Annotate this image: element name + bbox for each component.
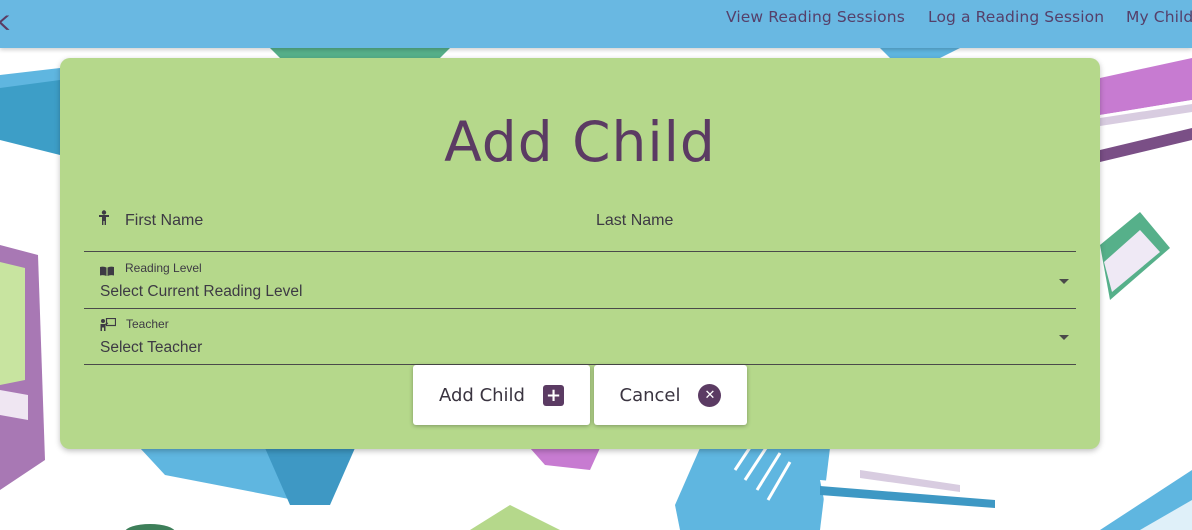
- add-child-form-card: Add Child First Name Last Name Reading L…: [60, 58, 1100, 449]
- cancel-button-label: Cancel: [619, 384, 681, 406]
- nav-view-reading-sessions[interactable]: View Reading Sessions: [726, 8, 905, 28]
- nav-log-reading-session[interactable]: Log a Reading Session: [928, 8, 1104, 28]
- name-underline: [84, 251, 1076, 252]
- add-child-button[interactable]: Add Child +: [413, 365, 590, 425]
- dropdown-arrow-icon[interactable]: [1059, 279, 1069, 284]
- nav-my-child[interactable]: My Child: [1126, 8, 1192, 28]
- cancel-button[interactable]: Cancel ✕: [594, 365, 747, 425]
- brand-logo[interactable]: k: [0, 6, 10, 37]
- person-icon: [98, 210, 110, 231]
- teacher-select[interactable]: Select Teacher: [100, 339, 202, 357]
- teacher-board-icon: [100, 317, 117, 336]
- reading-level-underline: [84, 308, 1076, 309]
- reading-level-label: Reading Level: [125, 261, 202, 275]
- teacher-label: Teacher: [126, 317, 169, 331]
- dropdown-arrow-icon[interactable]: [1059, 335, 1069, 340]
- last-name-input[interactable]: Last Name: [596, 212, 673, 230]
- add-child-button-label: Add Child: [439, 384, 525, 406]
- close-circle-icon: ✕: [698, 383, 722, 407]
- top-nav-bar: k View Reading Sessions Log a Reading Se…: [0, 0, 1192, 48]
- reading-level-select[interactable]: Select Current Reading Level: [100, 283, 302, 301]
- plus-box-icon: +: [542, 384, 564, 406]
- book-open-icon: [100, 263, 114, 281]
- page-title: Add Child: [444, 110, 716, 174]
- first-name-input[interactable]: First Name: [125, 212, 203, 230]
